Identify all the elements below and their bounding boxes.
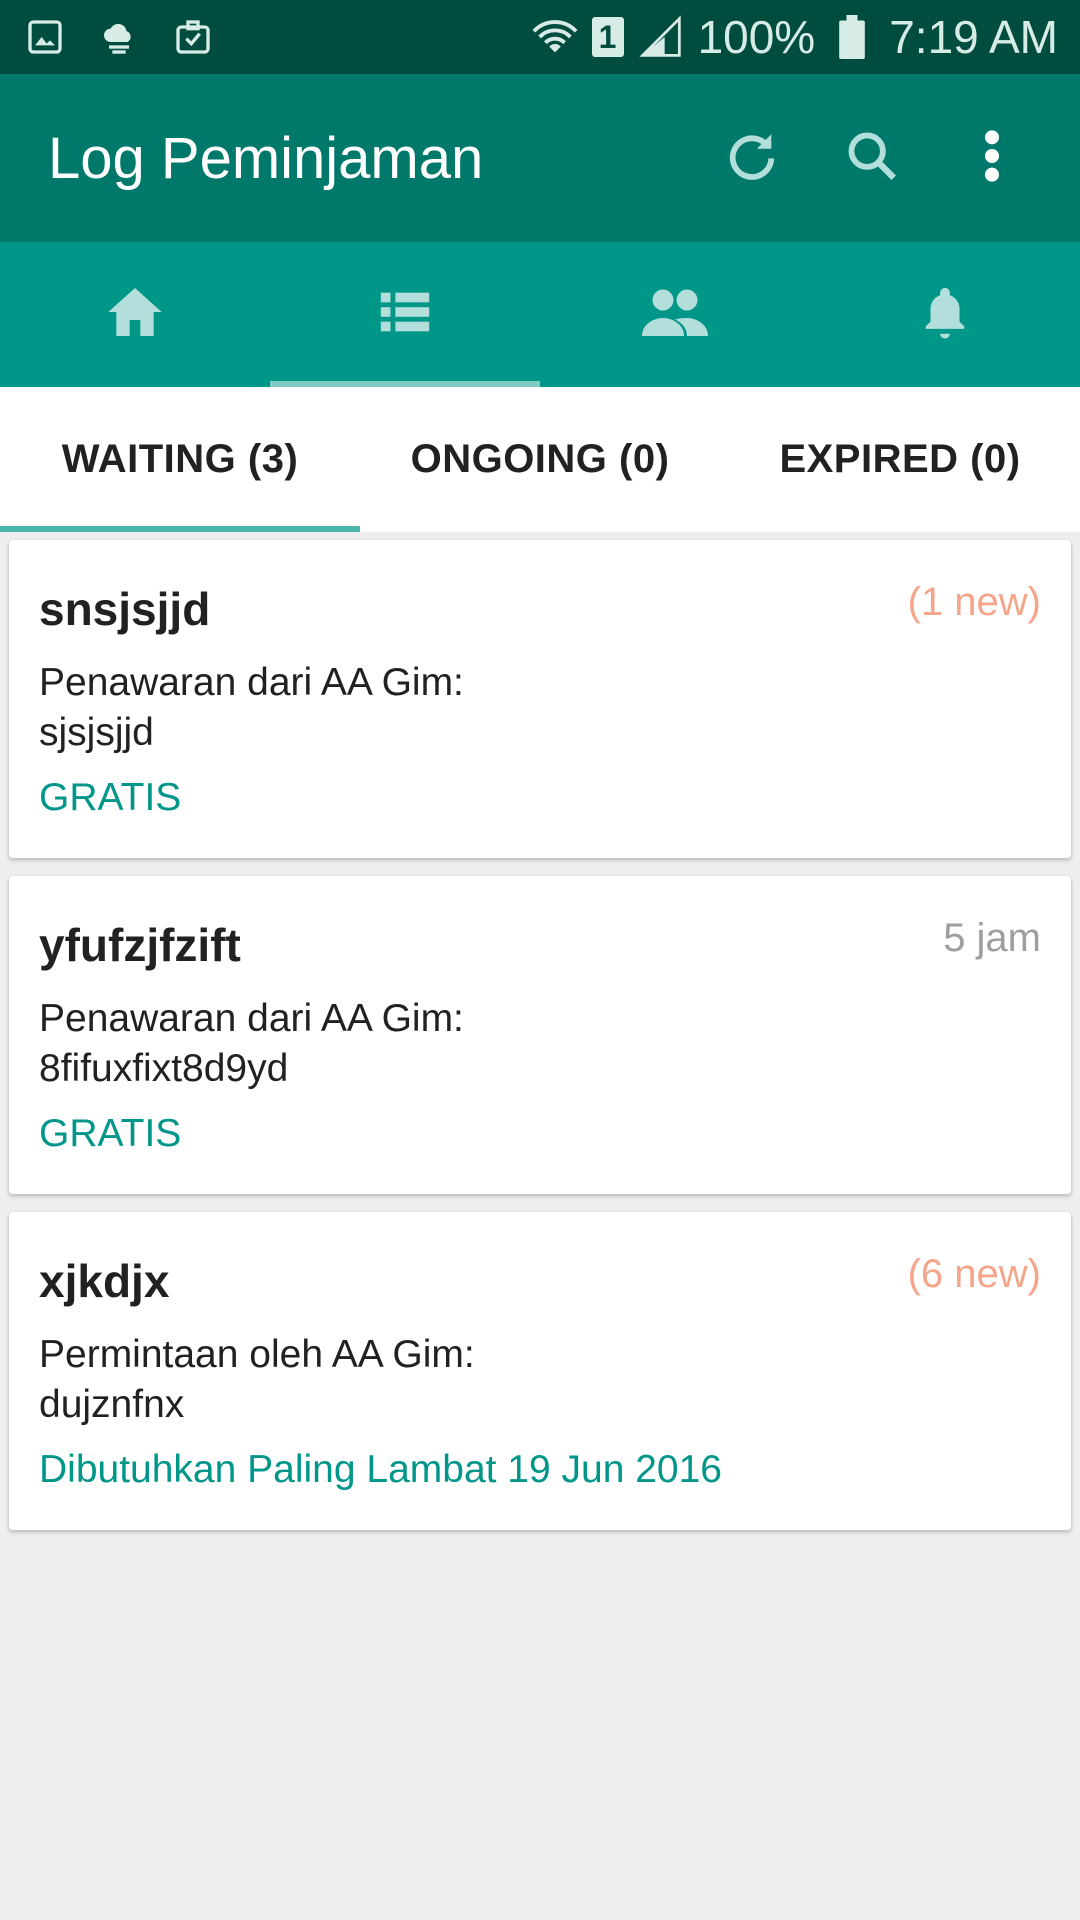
item-timestamp: 5 jam	[943, 916, 1041, 960]
item-price: GRATIS	[39, 776, 182, 819]
nav-people[interactable]	[540, 242, 810, 387]
main-nav	[0, 242, 1080, 387]
list-item[interactable]: snsjsjjd (1 new) Penawaran dari AA Gim: …	[9, 540, 1071, 858]
refresh-icon	[723, 127, 781, 190]
wifi-icon	[532, 14, 578, 60]
home-icon	[103, 280, 167, 349]
sim-icon: 1	[591, 17, 624, 57]
app-bar: Log Peminjaman	[0, 74, 1080, 242]
tab-expired[interactable]: EXPIRED (0)	[720, 387, 1080, 532]
nav-list[interactable]	[270, 242, 540, 387]
nav-home[interactable]	[0, 242, 270, 387]
page-title: Log Peminjaman	[48, 125, 484, 191]
task-icon	[170, 14, 216, 60]
item-price: GRATIS	[39, 1112, 182, 1155]
item-title: yfufzjfzift	[39, 919, 241, 971]
more-vert-icon	[982, 128, 1002, 189]
item-description: Penawaran dari AA Gim: sjsjsjjd	[39, 661, 464, 754]
list-item[interactable]: xjkdjx (6 new) Permintaan oleh AA Gim: d…	[9, 1212, 1071, 1530]
search-icon	[843, 127, 901, 190]
new-count-badge: (1 new)	[907, 580, 1041, 624]
battery-icon	[829, 14, 875, 60]
item-deadline: Dibutuhkan Paling Lambat 19 Jun 2016	[39, 1448, 722, 1491]
status-tabs: WAITING (3) ONGOING (0) EXPIRED (0)	[0, 387, 1080, 532]
refresh-button[interactable]	[692, 98, 812, 218]
more-options-button[interactable]	[952, 98, 1032, 218]
nav-notifications[interactable]	[810, 242, 1080, 387]
cloud-icon	[96, 14, 142, 60]
item-title: xjkdjx	[39, 1255, 170, 1307]
item-description: Permintaan oleh AA Gim: dujznfnx	[39, 1333, 475, 1426]
bell-icon	[916, 280, 974, 349]
gallery-icon	[22, 14, 68, 60]
tab-ongoing[interactable]: ONGOING (0)	[360, 387, 720, 532]
battery-percent: 100%	[697, 11, 816, 63]
tab-waiting[interactable]: WAITING (3)	[0, 387, 360, 532]
status-bar: 1 100% 7:19 AM	[0, 0, 1080, 74]
new-count-badge: (6 new)	[907, 1252, 1041, 1296]
clock: 7:19 AM	[889, 11, 1058, 63]
loan-list: snsjsjjd (1 new) Penawaran dari AA Gim: …	[9, 540, 1071, 1548]
item-title: snsjsjjd	[39, 583, 211, 635]
search-button[interactable]	[812, 98, 932, 218]
people-icon	[639, 280, 711, 349]
item-description: Penawaran dari AA Gim: 8fifuxfixt8d9yd	[39, 997, 464, 1090]
signal-icon	[638, 14, 684, 60]
list-icon	[376, 283, 434, 346]
list-item[interactable]: yfufzjfzift 5 jam Penawaran dari AA Gim:…	[9, 876, 1071, 1194]
